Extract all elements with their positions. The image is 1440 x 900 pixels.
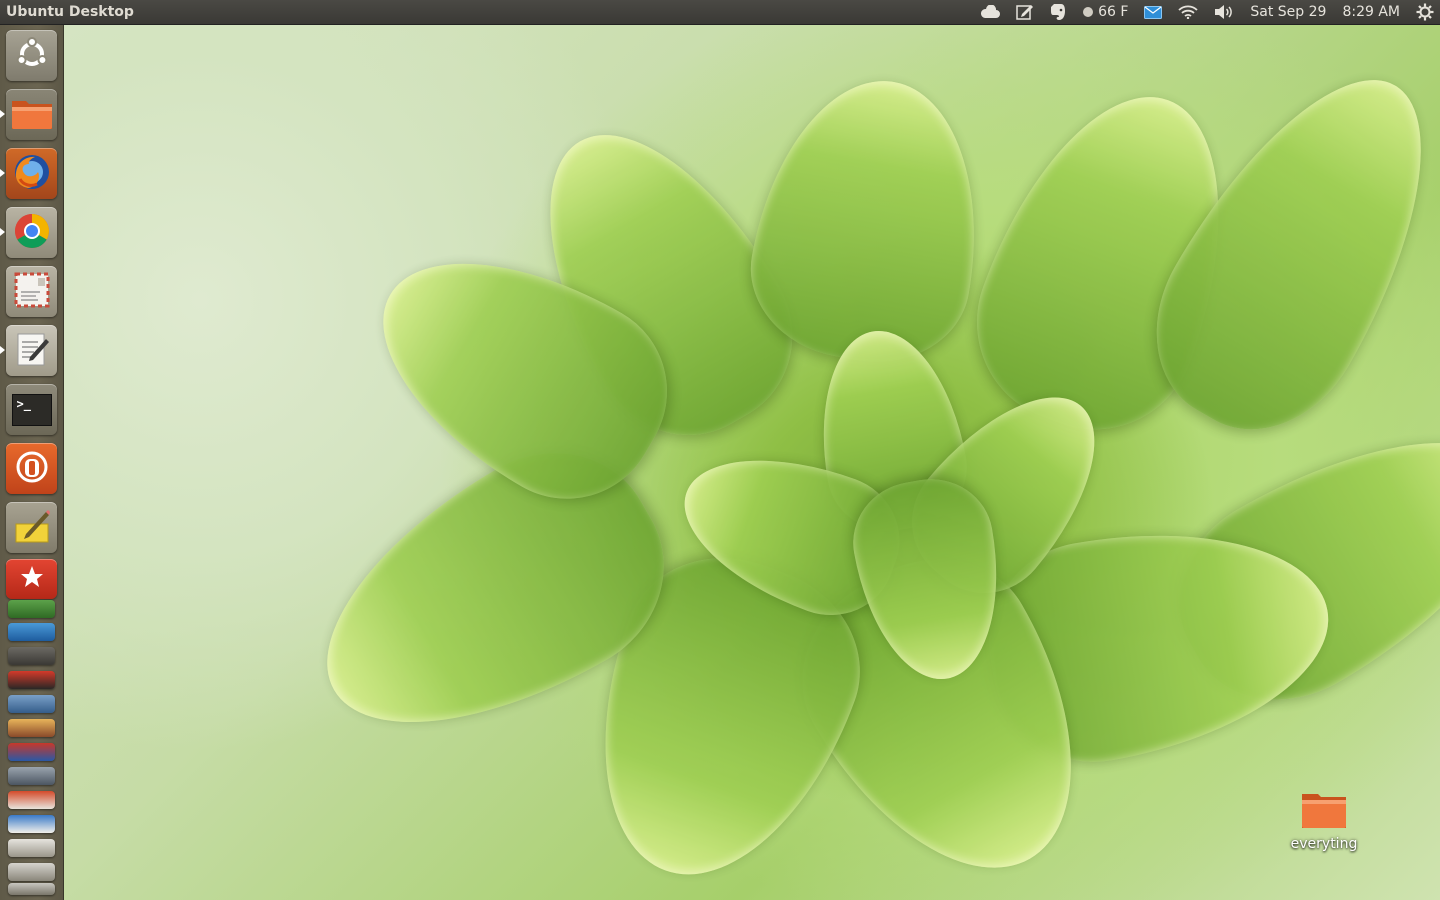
firefox-icon <box>11 151 53 197</box>
date-indicator[interactable]: Sat Sep 29 <box>1242 0 1334 24</box>
collapsed-launcher-item[interactable] <box>8 600 55 618</box>
collapsed-launcher-item[interactable] <box>8 623 55 641</box>
window-title: Ubuntu Desktop <box>6 4 134 20</box>
desktop-folder[interactable]: everyting <box>1284 788 1364 852</box>
running-indicator <box>0 228 5 236</box>
evernote-icon[interactable] <box>1042 0 1074 24</box>
top-panel: Ubuntu Desktop 66 F Sat Sep 29 8:29 AM <box>0 0 1440 25</box>
envelope-icon <box>12 270 52 314</box>
notes-icon[interactable] <box>1008 0 1042 24</box>
wallpaper <box>0 0 1440 900</box>
collapsed-launcher-item[interactable] <box>8 647 55 665</box>
running-indicator <box>0 169 5 177</box>
terminal-prompt: >_ <box>16 396 31 411</box>
collapsed-launcher-item[interactable] <box>8 815 55 833</box>
folder-icon <box>1300 788 1348 834</box>
files-button[interactable] <box>6 89 57 140</box>
collapsed-launcher-item[interactable] <box>8 863 55 881</box>
terminal-button[interactable]: >_ <box>6 384 57 435</box>
collapsed-launcher-item[interactable] <box>8 839 55 857</box>
weather-icon <box>1082 6 1094 18</box>
collapsed-launcher-item[interactable] <box>8 719 55 737</box>
session-gear-icon[interactable] <box>1408 0 1440 24</box>
collapsed-launcher-item[interactable] <box>8 767 55 785</box>
dash-home-button[interactable] <box>6 30 57 81</box>
notes-app-button[interactable] <box>6 502 57 553</box>
weather-temperature: 66 F <box>1098 4 1129 20</box>
collapsed-launcher-item[interactable] <box>8 743 55 761</box>
launcher: >_ <box>0 25 64 900</box>
ubuntu-one-button[interactable] <box>6 443 57 494</box>
cloud-icon[interactable] <box>972 0 1008 24</box>
mail-icon[interactable] <box>1136 0 1170 24</box>
wifi-icon[interactable] <box>1170 0 1206 24</box>
text-editor-button[interactable] <box>6 325 57 376</box>
volume-icon[interactable] <box>1206 0 1242 24</box>
running-indicator <box>0 110 5 118</box>
mail-app-button[interactable] <box>6 266 57 317</box>
chrome-icon <box>12 211 52 255</box>
bookmark-app-button[interactable] <box>6 559 57 599</box>
star-icon <box>19 564 45 594</box>
running-indicator <box>0 346 5 354</box>
desktop-folder-label: everyting <box>1290 836 1358 852</box>
folder-icon <box>10 95 54 135</box>
indicator-tray: 66 F Sat Sep 29 8:29 AM <box>972 0 1440 24</box>
ubuntu-one-icon <box>12 447 52 491</box>
chrome-button[interactable] <box>6 207 57 258</box>
clock-indicator[interactable]: 8:29 AM <box>1334 0 1408 24</box>
collapsed-launcher-item[interactable] <box>8 883 55 895</box>
collapsed-launcher-item[interactable] <box>8 791 55 809</box>
notepad-icon <box>12 329 52 373</box>
firefox-button[interactable] <box>6 148 57 199</box>
collapsed-launcher-item[interactable] <box>8 671 55 689</box>
weather-indicator[interactable]: 66 F <box>1074 0 1136 24</box>
terminal-icon: >_ <box>11 393 52 426</box>
ubuntu-logo-icon <box>15 36 49 75</box>
collapsed-launcher-item[interactable] <box>8 695 55 713</box>
pencil-icon <box>12 506 52 550</box>
